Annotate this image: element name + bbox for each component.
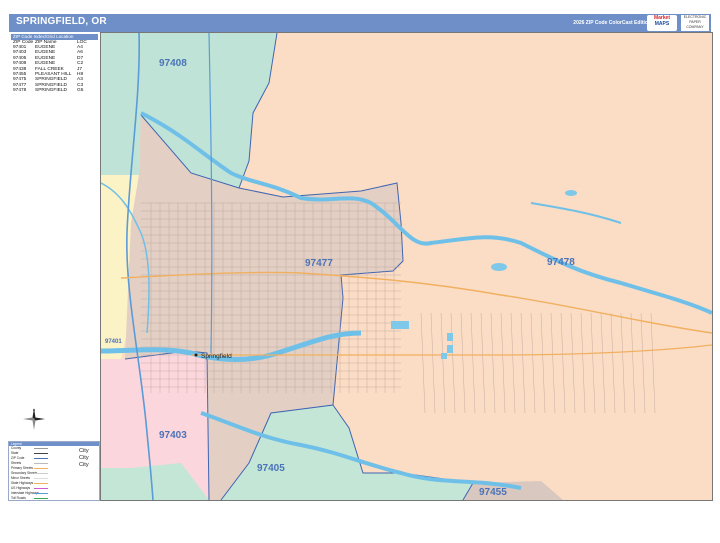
market-maps-logo: Market MAPS [647, 15, 677, 31]
legend-swatch [34, 473, 48, 475]
zip-index-row: 97478 SPRINGFIELD G5 [11, 88, 98, 93]
legend-city-sample: City [79, 462, 89, 468]
zip-label-97478: 97478 [547, 257, 575, 268]
legend-row-label: State [11, 451, 19, 455]
legend-city-sample: City [79, 455, 89, 461]
legend-row-label: Toll Roads [11, 496, 26, 500]
compass-rose-icon: N [23, 408, 45, 430]
city-label-springfield: Springfield [201, 353, 232, 360]
legend-swatch [34, 488, 48, 490]
publisher-logo: ELECTRONIC PAPER COMPANY [681, 15, 709, 31]
zip-label-97403: 97403 [159, 430, 187, 441]
legend-row-label: County [11, 446, 22, 450]
legend-swatch [34, 498, 48, 500]
legend-swatch [34, 478, 48, 480]
zip-label-97405: 97405 [257, 463, 285, 474]
zip-index-table: ZIP Code Index/Grid Location ZIP Code ZI… [11, 34, 98, 94]
legend-swatch [34, 458, 48, 460]
zip-map[interactable]: 97408 97477 97478 97401 97403 97405 9745… [101, 33, 712, 500]
legend-row-label: Streets [11, 461, 22, 465]
compass-n: N [33, 408, 35, 412]
zip-label-97401: 97401 [105, 339, 122, 345]
legend-row: Toll Roads [9, 496, 99, 501]
zip-label-97408: 97408 [159, 58, 187, 69]
zip-index-cell: 97478 [13, 88, 27, 94]
map-area[interactable]: 97408 97477 97478 97401 97403 97405 9745… [100, 32, 713, 501]
zip-label-97477: 97477 [305, 258, 333, 269]
zip-label-97455: 97455 [479, 487, 507, 498]
legend-row-label: State Highways [11, 481, 34, 485]
legend-swatch [34, 453, 48, 455]
zip-index-cell: G5 [77, 88, 84, 94]
edition-label: 2026 ZIP Code ColorCast Edition [573, 20, 651, 26]
legend-swatch [34, 468, 48, 470]
zip-index-cell: SPRINGFIELD [35, 88, 67, 94]
legend-row-label: US Highways [11, 486, 31, 490]
legend-swatch [34, 448, 48, 450]
map-title: SPRINGFIELD, OR [16, 16, 107, 27]
legend-swatch [34, 483, 48, 485]
legend-row-label: Minor Streets [11, 476, 30, 480]
legend-swatch [34, 493, 48, 495]
map-legend: Legend County State ZIP Code Streets Primary… [8, 441, 100, 501]
city-marker [194, 353, 198, 357]
legend-city-sample: City [79, 448, 89, 454]
legend-swatch [34, 463, 48, 465]
map-header: SPRINGFIELD, OR 2026 ZIP Code ColorCast … [9, 14, 711, 32]
legend-row-label: Primary Streets [11, 466, 33, 470]
legend-row-label: ZIP Code [11, 456, 25, 460]
